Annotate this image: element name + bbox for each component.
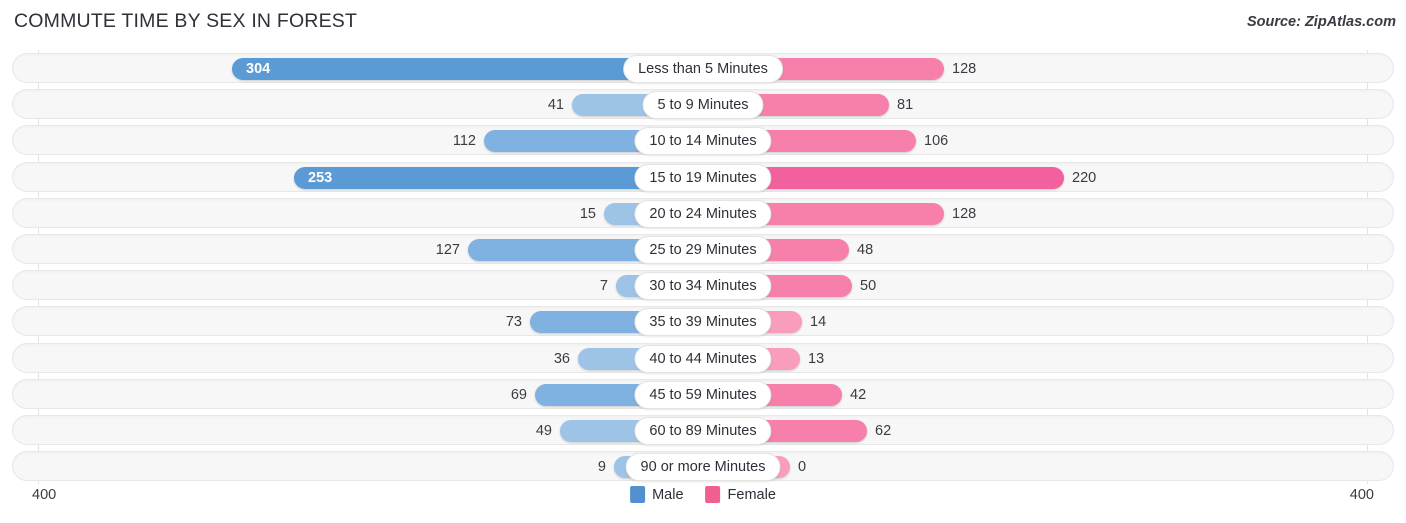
category-label: 35 to 39 Minutes: [634, 308, 772, 337]
female-value-label: 220: [1072, 169, 1097, 186]
bar-row: 49 62 60 to 89 Minutes: [12, 415, 1394, 445]
female-value-label: 0: [798, 459, 807, 476]
male-value-label: 15: [579, 205, 596, 222]
male-value-label: 304: [246, 61, 271, 77]
legend-swatch-icon: [705, 486, 721, 503]
source-attribution: Source: ZipAtlas.com: [1246, 14, 1396, 30]
category-label: 40 to 44 Minutes: [634, 344, 772, 373]
legend-swatch-icon: [630, 486, 646, 503]
plot-area: 304 128 Less than 5 Minutes 41 81 5 to 9 Minu…: [12, 50, 1394, 484]
category-label: 45 to 59 Minutes: [634, 380, 772, 409]
male-value-label: 9: [597, 459, 606, 476]
male-value-label: 41: [547, 97, 564, 114]
bar-row: 9 0 90 or more Minutes: [12, 451, 1394, 482]
category-label: 90 or more Minutes: [625, 453, 781, 482]
female-value-label: 13: [808, 350, 825, 367]
female-value-label: 81: [897, 97, 914, 114]
legend-item[interactable]: Male: [630, 486, 684, 503]
bar-row: 253 220 15 to 19 Minutes: [12, 161, 1394, 192]
bar-row: 41 81 5 to 9 Minutes: [12, 89, 1394, 120]
male-value-label: 69: [510, 386, 527, 403]
female-value-label: 128: [952, 61, 977, 77]
category-label: 60 to 89 Minutes: [634, 417, 772, 445]
bar-row: 73 14 35 to 39 Minutes: [12, 306, 1394, 337]
category-label: 25 to 29 Minutes: [634, 236, 772, 264]
category-label: 15 to 19 Minutes: [634, 163, 772, 192]
female-value-label: 48: [857, 242, 874, 258]
female-value-label: 62: [875, 423, 892, 439]
bar-row: 36 13 40 to 44 Minutes: [12, 342, 1394, 373]
category-label: 5 to 9 Minutes: [642, 91, 764, 120]
female-value-label: 42: [850, 386, 867, 403]
male-value-label: 112: [452, 133, 476, 150]
chart-root: COMMUTE TIME BY SEX IN FOREST Source: Zi…: [0, 0, 1406, 523]
male-value-label: 49: [535, 423, 552, 439]
axis-tick-left: 400: [32, 487, 57, 503]
male-value-label: 253: [308, 169, 333, 186]
bar-row: 304 128 Less than 5 Minutes: [12, 53, 1394, 83]
female-value-label: 50: [860, 278, 877, 295]
chart-header: COMMUTE TIME BY SEX IN FOREST Source: Zi…: [0, 0, 1406, 46]
category-label: Less than 5 Minutes: [623, 55, 783, 83]
female-value-label: 106: [924, 133, 949, 150]
chart-footer: 400 Male Female 400: [12, 484, 1394, 518]
bar-row: 7 50 30 to 34 Minutes: [12, 270, 1394, 301]
legend-label: Male: [652, 486, 684, 503]
page-title: COMMUTE TIME BY SEX IN FOREST: [14, 10, 358, 32]
male-value-label: 7: [599, 278, 608, 295]
male-value-label: 127: [435, 242, 460, 258]
bar-row: 15 128 20 to 24 Minutes: [12, 197, 1394, 228]
male-value-label: 36: [553, 350, 570, 367]
bar-row: 112 106 10 to 14 Minutes: [12, 125, 1394, 156]
bar-row: 69 42 45 to 59 Minutes: [12, 378, 1394, 409]
category-label: 10 to 14 Minutes: [634, 127, 772, 156]
female-value-label: 14: [810, 314, 827, 331]
legend-item[interactable]: Female: [705, 486, 776, 503]
female-value-label: 128: [952, 205, 977, 222]
chart-legend: Male Female: [630, 486, 776, 503]
bar-row: 127 48 25 to 29 Minutes: [12, 234, 1394, 264]
category-label: 20 to 24 Minutes: [634, 199, 772, 228]
category-label: 30 to 34 Minutes: [634, 272, 772, 301]
bar-rows-container: 304 128 Less than 5 Minutes 41 81 5 to 9 Minu…: [12, 50, 1394, 484]
male-value-label: 73: [505, 314, 522, 331]
legend-label: Female: [727, 486, 776, 503]
axis-tick-right: 400: [1349, 487, 1374, 503]
